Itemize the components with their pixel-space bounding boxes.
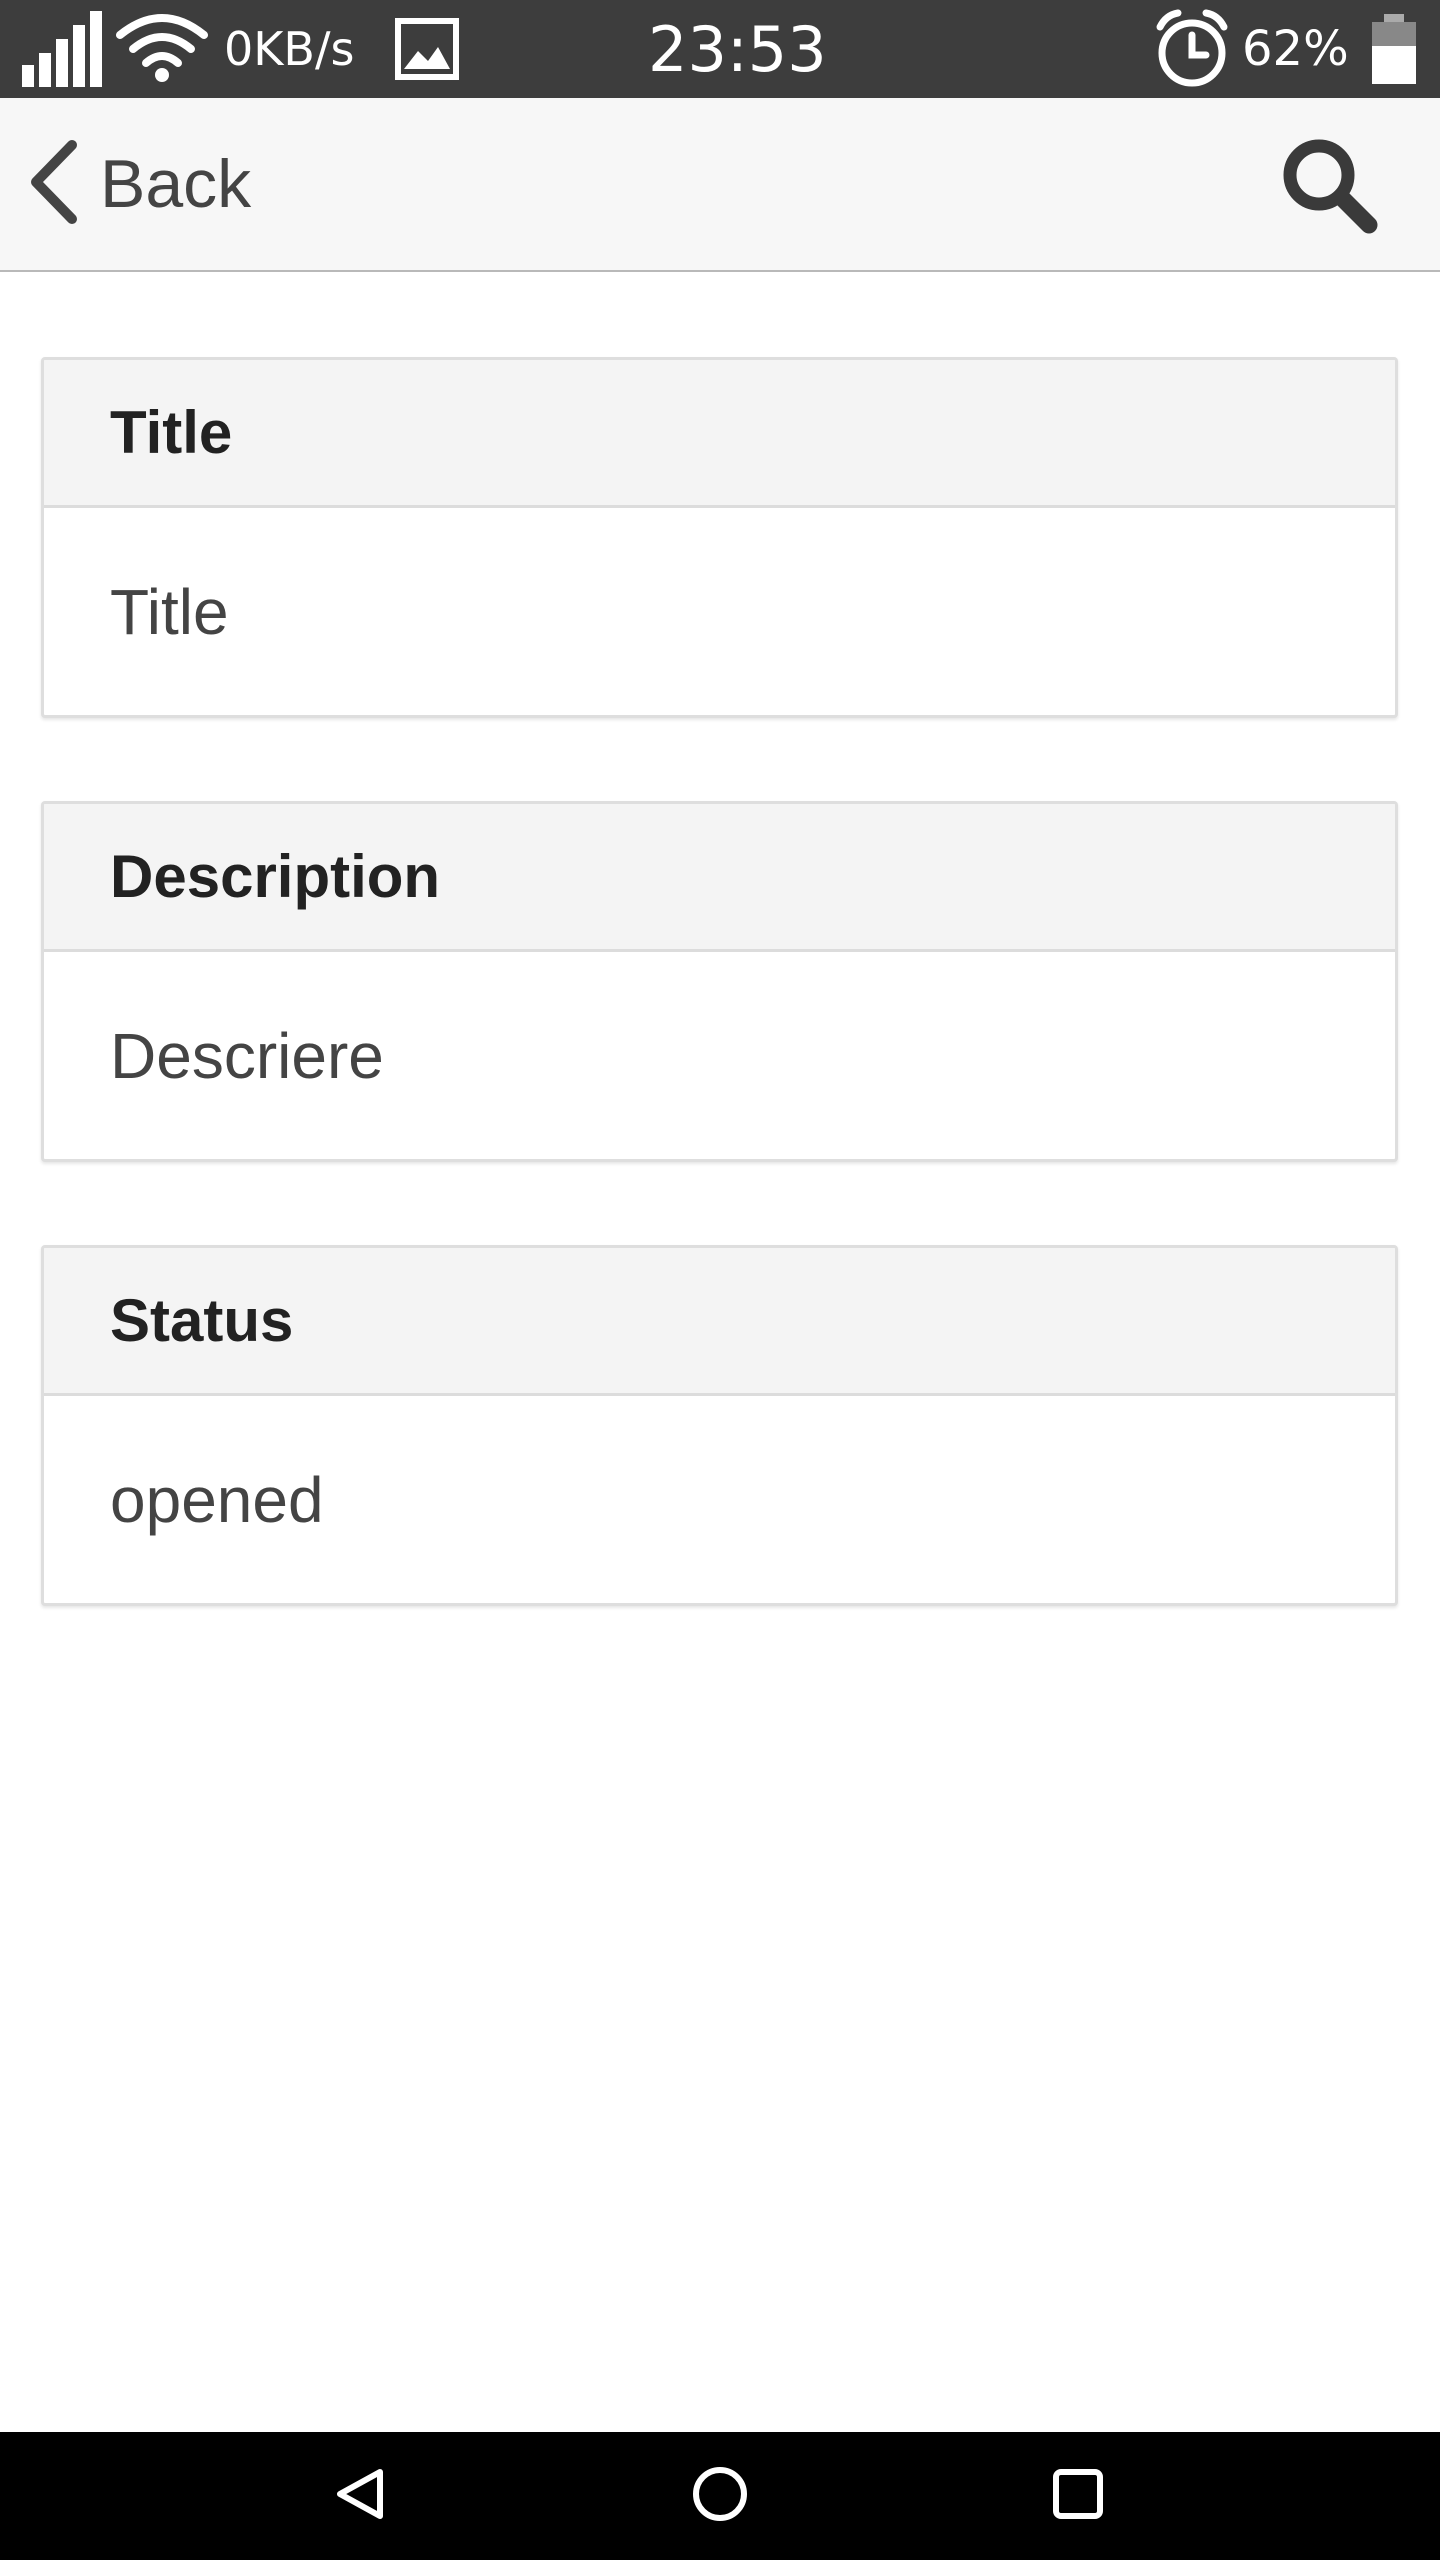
search-button[interactable] [1274, 132, 1384, 242]
wifi-icon [116, 0, 208, 98]
nav-home-button[interactable] [650, 2432, 790, 2560]
title-card: Title Title [41, 357, 1398, 718]
back-label: Back [100, 146, 252, 222]
alarm-icon [1150, 0, 1234, 98]
description-card: Description Descriere [41, 801, 1398, 1162]
card-value: opened [110, 1463, 324, 1536]
image-notification-icon [394, 0, 460, 98]
screen: 0KB/s 23:53 62% Back Title Title Descrip… [0, 0, 1440, 2560]
signal-icon [20, 0, 104, 98]
app-header: Back [0, 98, 1440, 272]
clock-time: 23:53 [648, 12, 827, 86]
nav-bar [0, 2432, 1440, 2560]
back-button[interactable]: Back [26, 98, 251, 270]
recents-square-icon [1050, 2466, 1106, 2527]
battery-icon [1370, 0, 1418, 98]
back-triangle-icon [332, 2466, 388, 2527]
chevron-left-icon [26, 139, 82, 230]
nav-back-button[interactable] [290, 2432, 430, 2560]
card-value: Descriere [110, 1019, 384, 1092]
home-circle-icon [690, 2464, 750, 2529]
status-bar: 0KB/s 23:53 62% [0, 0, 1440, 98]
card-header: Title [44, 360, 1395, 508]
card-header: Description [44, 804, 1395, 952]
net-speed: 0KB/s [224, 22, 355, 76]
battery-percent: 62% [1242, 21, 1349, 77]
search-icon [1279, 135, 1379, 240]
nav-recents-button[interactable] [1008, 2432, 1148, 2560]
card-value: Title [110, 575, 229, 648]
status-card: Status opened [41, 1245, 1398, 1606]
card-header: Status [44, 1248, 1395, 1396]
